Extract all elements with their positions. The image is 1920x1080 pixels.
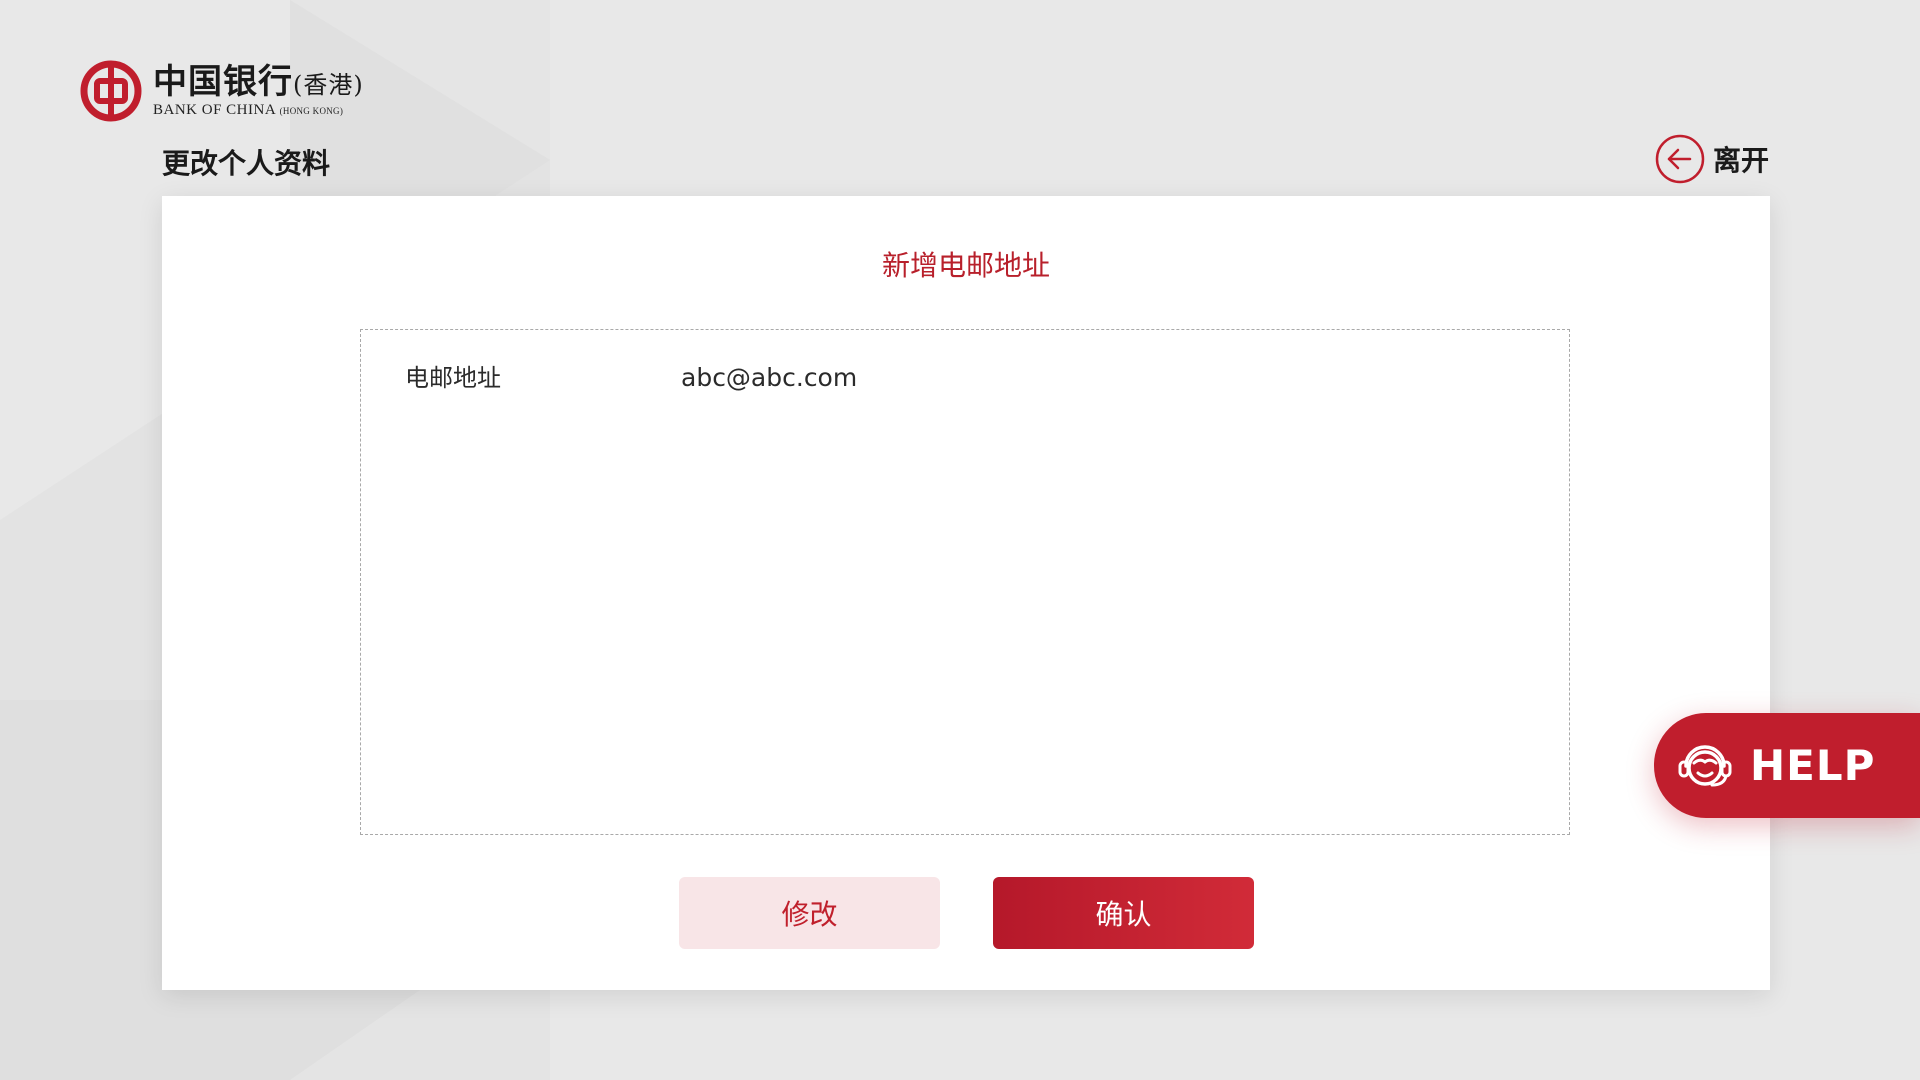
logo-region-cn: (香港): [293, 70, 364, 99]
logo-name-en: BANK OF CHINA (HONG KONG): [153, 101, 364, 118]
leave-button[interactable]: 离开: [1655, 134, 1769, 184]
headset-agent-icon: [1678, 744, 1732, 786]
info-box: 电邮地址 abc@abc.com: [360, 329, 1570, 835]
bank-of-china-logo-icon: [80, 60, 142, 122]
confirm-button[interactable]: 确认: [993, 877, 1254, 949]
help-button[interactable]: HELP: [1654, 713, 1920, 818]
email-value: abc@abc.com: [681, 363, 858, 392]
bank-logo: 中国银行(香港) BANK OF CHINA (HONG KONG): [80, 60, 364, 122]
field-row-email: 电邮地址 abc@abc.com: [405, 358, 857, 393]
help-label: HELP: [1750, 741, 1876, 790]
logo-region-en: (HONG KONG): [279, 105, 344, 116]
edit-button[interactable]: 修改: [679, 877, 940, 949]
arrow-left-circle-icon: [1655, 134, 1705, 184]
dialog-card: 新增电邮地址 电邮地址 abc@abc.com 修改 确认: [162, 196, 1770, 990]
logo-text: 中国银行(香港) BANK OF CHINA (HONG KONG): [153, 65, 364, 118]
page-title: 更改个人资料: [162, 147, 331, 180]
logo-bank-name-en: BANK OF CHINA: [153, 101, 276, 118]
logo-name-cn: 中国银行(香港): [153, 65, 364, 99]
dialog-title: 新增电邮地址: [881, 249, 1050, 282]
email-label: 电邮地址: [405, 364, 501, 392]
leave-label: 离开: [1713, 144, 1770, 177]
logo-bank-name-cn: 中国银行: [153, 61, 293, 102]
